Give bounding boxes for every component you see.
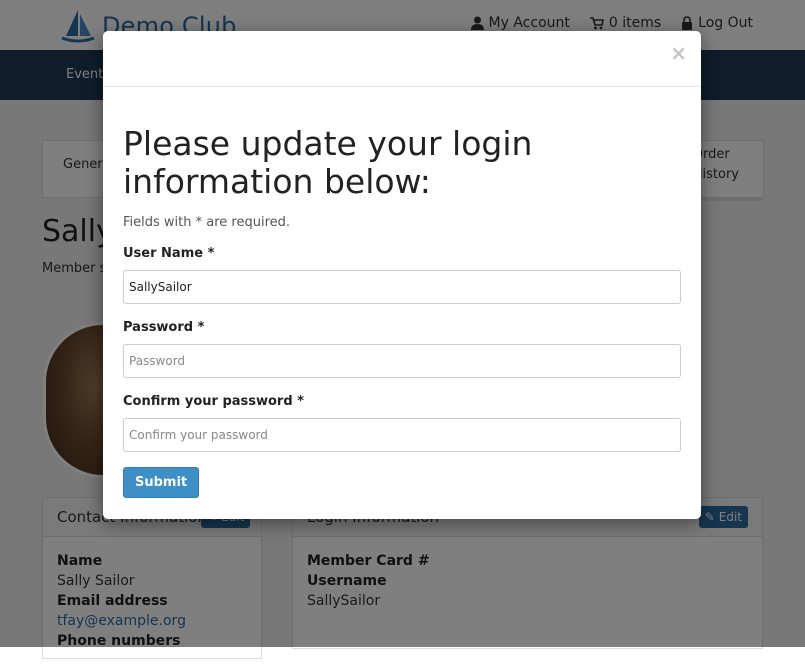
update-login-modal: × Please update your login information b… xyxy=(103,31,701,519)
username-input[interactable] xyxy=(123,270,681,304)
password-field-label: Password * xyxy=(123,320,205,335)
required-note: Fields with * are required. xyxy=(123,215,291,230)
confirm-password-field-label: Confirm your password * xyxy=(123,394,304,409)
close-icon[interactable]: × xyxy=(670,41,687,65)
submit-button[interactable]: Submit xyxy=(123,467,200,498)
confirm-password-input[interactable] xyxy=(123,418,681,452)
password-input[interactable] xyxy=(123,344,681,378)
modal-title: Please update your login information bel… xyxy=(123,124,533,201)
modal-header: × xyxy=(103,31,701,87)
username-field-label: User Name * xyxy=(123,246,215,261)
